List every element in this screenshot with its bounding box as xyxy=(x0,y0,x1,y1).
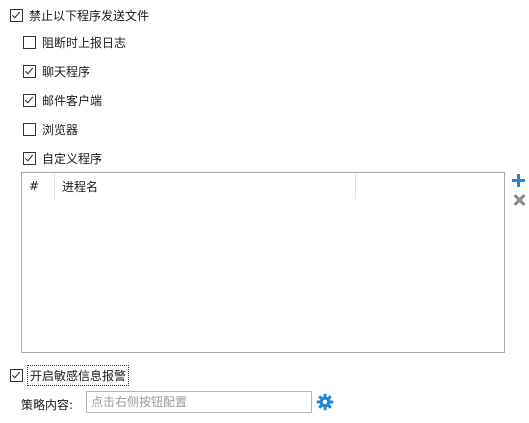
option-custom-row[interactable]: 自定义程序 xyxy=(23,149,102,167)
column-header-process-name[interactable]: 进程名 xyxy=(55,173,356,199)
option-mail-label: 邮件客户端 xyxy=(42,93,103,108)
gear-icon[interactable] xyxy=(316,393,334,411)
sensitive-alert-checkbox[interactable] xyxy=(10,368,23,382)
option-mail-row[interactable]: 邮件客户端 xyxy=(23,91,102,109)
plus-icon[interactable] xyxy=(512,174,525,187)
policy-input[interactable] xyxy=(86,391,312,413)
block-sending-checkbox-row[interactable]: 禁止以下程序发送文件 xyxy=(10,6,149,24)
block-sending-label: 禁止以下程序发送文件 xyxy=(29,8,150,23)
option-chat-label: 聊天程序 xyxy=(42,64,91,79)
option-mail-checkbox[interactable] xyxy=(23,93,36,107)
option-report-log-row[interactable]: 阻断时上报日志 xyxy=(23,33,126,51)
process-list[interactable]: # 进程名 xyxy=(21,172,505,353)
sensitive-alert-label: 开启敏感信息报警 xyxy=(26,364,130,386)
option-chat-row[interactable]: 聊天程序 xyxy=(23,62,90,80)
sensitive-alert-row[interactable]: 开启敏感信息报警 xyxy=(10,364,130,386)
option-custom-checkbox[interactable] xyxy=(23,151,36,165)
policy-label: 策略内容: xyxy=(21,398,74,412)
column-header-number[interactable]: # xyxy=(22,173,55,199)
column-header-empty xyxy=(356,173,504,199)
option-browser-label: 浏览器 xyxy=(42,122,79,137)
block-sending-checkbox[interactable] xyxy=(10,8,23,22)
option-report-log-label: 阻断时上报日志 xyxy=(42,35,127,50)
option-custom-label: 自定义程序 xyxy=(42,151,103,166)
option-browser-checkbox[interactable] xyxy=(23,122,36,136)
option-report-log-checkbox[interactable] xyxy=(23,35,36,49)
process-list-header: # 进程名 xyxy=(22,173,504,199)
close-icon[interactable] xyxy=(513,194,525,206)
option-browser-row[interactable]: 浏览器 xyxy=(23,120,78,138)
option-chat-checkbox[interactable] xyxy=(23,64,36,78)
